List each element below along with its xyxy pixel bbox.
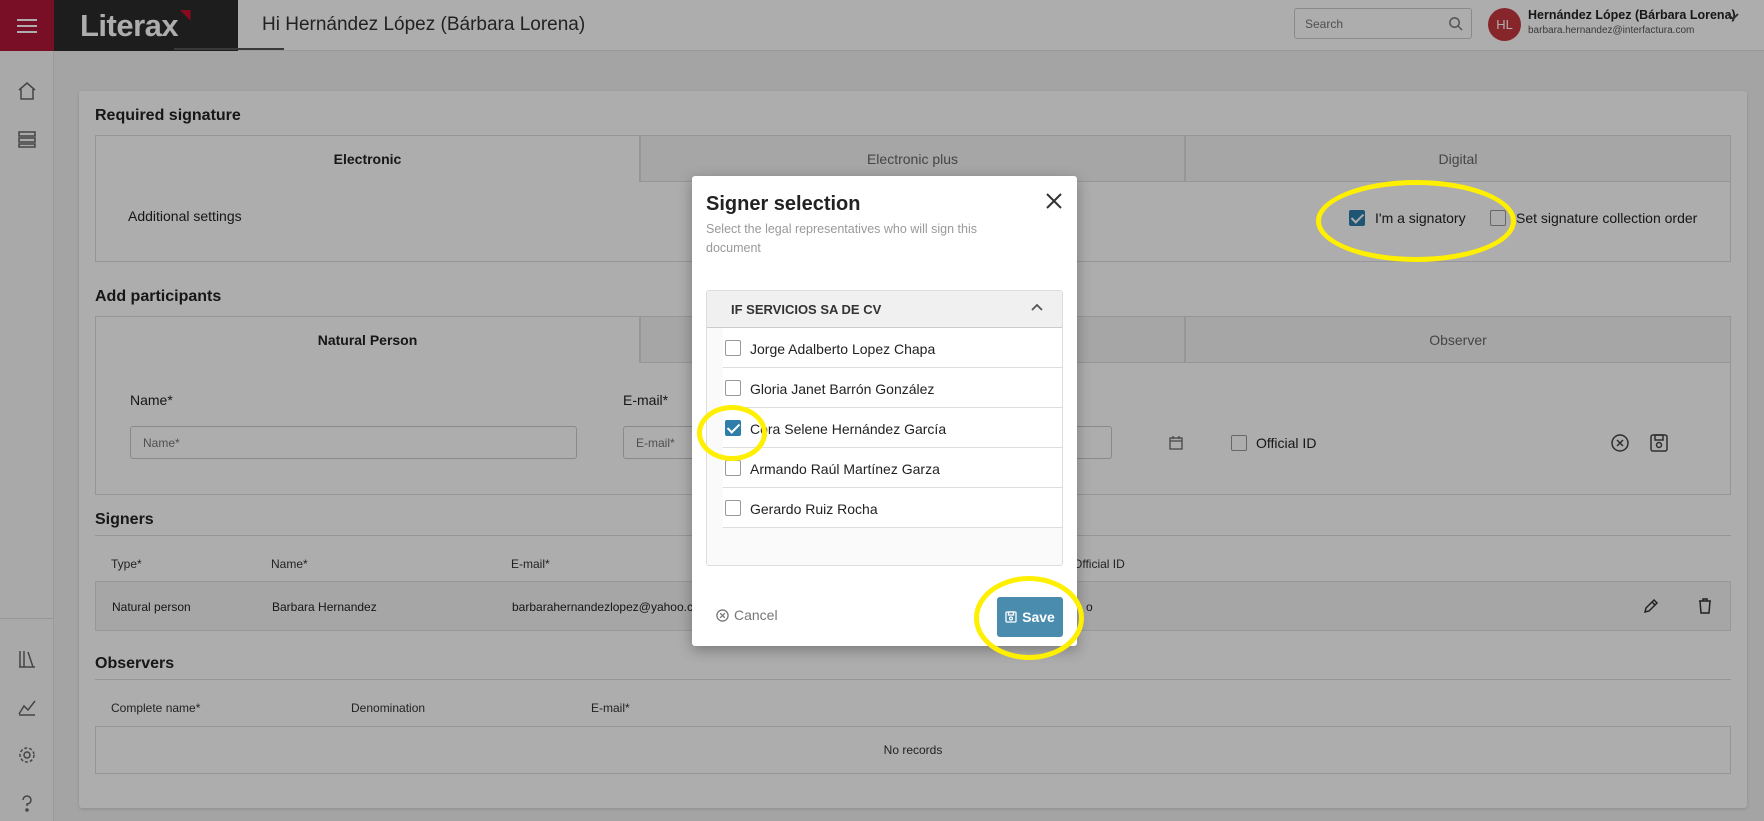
modal-title: Signer selection: [706, 193, 861, 215]
list-item[interactable]: Cora Selene Hernández García: [723, 408, 1062, 448]
signer-checkbox[interactable]: [725, 420, 741, 436]
list-item[interactable]: Gloria Janet Barrón González: [723, 368, 1062, 408]
signer-option-name: Cora Selene Hernández García: [750, 421, 947, 437]
signer-option-name: Gerardo Ruiz Rocha: [750, 501, 878, 517]
company-group-header[interactable]: IF SERVICIOS SA DE CV: [707, 291, 1062, 328]
cancel-button[interactable]: Cancel: [716, 607, 778, 623]
signer-checkbox[interactable]: [725, 500, 741, 516]
signer-checkbox[interactable]: [725, 460, 741, 476]
save-button[interactable]: Save: [997, 597, 1063, 637]
signer-option-name: Armando Raúl Martínez Garza: [750, 461, 940, 477]
list-item[interactable]: Armando Raúl Martínez Garza: [723, 448, 1062, 488]
modal-subtitle: Select the legal representatives who wil…: [706, 222, 977, 255]
signer-checkbox[interactable]: [725, 340, 741, 356]
signer-list: Jorge Adalberto Lopez Chapa Gloria Janet…: [707, 328, 1062, 565]
company-group-title: IF SERVICIOS SA DE CV: [731, 302, 882, 317]
cancel-label: Cancel: [734, 607, 778, 623]
list-item[interactable]: Gerardo Ruiz Rocha: [723, 488, 1062, 528]
save-label: Save: [1022, 609, 1055, 625]
close-icon[interactable]: [1045, 192, 1063, 210]
company-group: IF SERVICIOS SA DE CV Jorge Adalberto Lo…: [706, 290, 1063, 566]
signer-option-name: Jorge Adalberto Lopez Chapa: [750, 341, 936, 357]
signer-selection-modal: Signer selection Select the legal repres…: [692, 176, 1077, 646]
signer-option-name: Gloria Janet Barrón González: [750, 381, 935, 397]
list-item[interactable]: Jorge Adalberto Lopez Chapa: [723, 328, 1062, 368]
chevron-up-icon[interactable]: [1030, 302, 1044, 312]
cancel-icon: [716, 608, 729, 622]
floppy-icon: [1005, 611, 1017, 623]
signer-checkbox[interactable]: [725, 380, 741, 396]
